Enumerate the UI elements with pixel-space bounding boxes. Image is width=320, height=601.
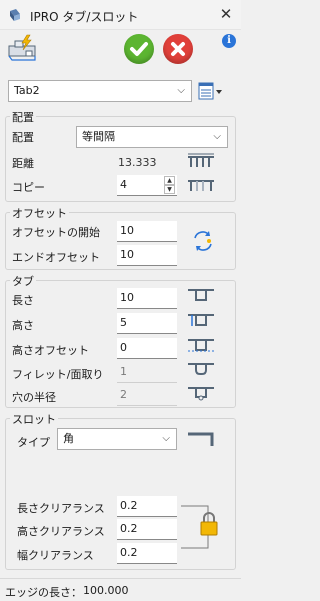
window-title: IPRO タブ/スロット	[30, 10, 139, 24]
tab-height-icon	[188, 314, 214, 326]
tab-length-label: 長さ	[12, 294, 34, 307]
slot-type-value: 角	[63, 432, 74, 445]
hole-radius-field[interactable]: 2	[117, 385, 177, 406]
app-icon	[10, 9, 20, 21]
width-clearance-label: 幅クリアランス	[17, 549, 94, 562]
distance-value: 13.333	[118, 156, 157, 169]
stepper-up-icon[interactable]: ▲	[164, 176, 175, 185]
edge-length-label: エッジの長さ：	[5, 586, 82, 599]
placement-select-value: 等間隔	[82, 130, 115, 143]
tab-select-value: Tab2	[14, 84, 40, 97]
tab-select[interactable]: Tab2 ⌵	[8, 80, 192, 102]
copy-label: コピー	[12, 181, 45, 194]
slot-corner-icon	[188, 432, 214, 446]
tab-height-label: 高さ	[12, 319, 34, 332]
cancel-button[interactable]	[163, 34, 193, 64]
slot-type-select[interactable]: 角 ⌵	[57, 428, 177, 450]
lock-icon[interactable]	[180, 498, 220, 556]
fillet-field[interactable]: 1	[117, 362, 177, 383]
tab-height-field[interactable]: 5	[117, 313, 177, 334]
copy-value: 4	[120, 178, 127, 191]
offset-end-label: エンドオフセット	[12, 251, 100, 264]
chevron-down-icon: ⌵	[213, 131, 221, 142]
swap-offsets-icon[interactable]	[190, 228, 216, 254]
height-clearance-field[interactable]: 0.2	[117, 519, 177, 540]
x-icon	[171, 42, 185, 56]
width-clearance-field[interactable]: 0.2	[117, 543, 177, 564]
edge-length-value: 100.000	[83, 584, 129, 597]
ok-button[interactable]	[124, 34, 154, 64]
offset-start-field[interactable]: 10	[117, 221, 177, 242]
fillet-icon	[188, 363, 214, 375]
length-clearance-label: 長さクリアランス	[17, 502, 105, 515]
stepper-down-icon[interactable]: ▼	[164, 185, 175, 194]
distance-icon	[188, 153, 214, 167]
slot-legend: スロット	[10, 411, 58, 427]
copy-icon	[188, 180, 214, 191]
hole-radius-icon	[188, 387, 214, 401]
fillet-label: フィレット/面取り	[12, 368, 104, 381]
hole-radius-label: 穴の半径	[12, 391, 56, 404]
chevron-down-icon: ⌵	[162, 433, 170, 444]
close-icon[interactable]: ✕	[215, 3, 237, 25]
list-menu-icon[interactable]	[197, 82, 223, 100]
placement-legend: 配置	[10, 109, 36, 125]
check-icon	[130, 42, 148, 56]
chevron-down-icon: ⌵	[177, 85, 185, 96]
offset-start-label: オフセットの開始	[12, 226, 100, 239]
status-bar: エッジの長さ： 100.000	[0, 578, 241, 601]
placement-label: 配置	[12, 131, 34, 144]
offset-end-field[interactable]: 10	[117, 245, 177, 266]
tab-height-offset-icon	[188, 339, 214, 352]
tab-slot-tool-icon	[8, 34, 36, 61]
length-clearance-field[interactable]: 0.2	[117, 496, 177, 517]
distance-label: 距離	[12, 157, 34, 170]
offset-legend: オフセット	[10, 205, 69, 221]
tab-legend: タブ	[10, 273, 36, 289]
tab-height-offset-field[interactable]: 0	[117, 338, 177, 359]
copy-stepper[interactable]: 4 ▲ ▼	[117, 175, 177, 196]
placement-select[interactable]: 等間隔 ⌵	[76, 126, 228, 148]
tab-height-offset-label: 高さオフセット	[12, 344, 89, 357]
height-clearance-label: 高さクリアランス	[17, 525, 105, 538]
tab-length-field[interactable]: 10	[117, 288, 177, 309]
info-icon[interactable]: i	[222, 34, 236, 48]
tab-length-icon	[188, 289, 214, 301]
title-bar: IPRO タブ/スロット ✕	[0, 0, 241, 30]
slot-type-label: タイプ	[17, 436, 50, 449]
